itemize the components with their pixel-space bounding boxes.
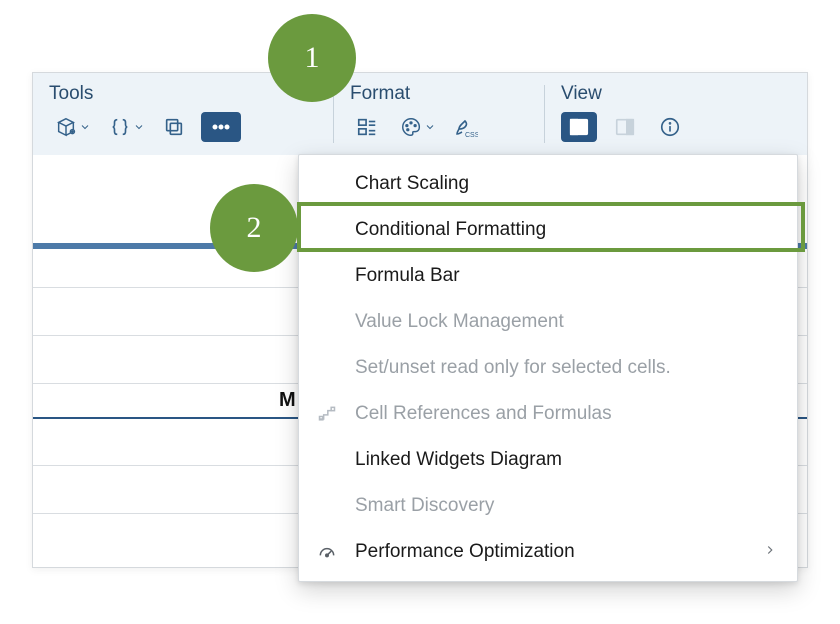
svg-text:CSS: CSS <box>465 132 478 139</box>
layout-icon <box>356 116 378 138</box>
more-icon <box>209 115 233 139</box>
dd-chart-scaling[interactable]: Chart Scaling <box>299 161 797 207</box>
column-letter: M <box>279 389 296 412</box>
view-section: View <box>545 73 807 155</box>
css-brush-button[interactable]: CSS <box>448 112 484 142</box>
dd-value-lock: Value Lock Management <box>299 299 797 345</box>
dd-label: Formula Bar <box>355 265 460 287</box>
dd-formula-bar[interactable]: Formula Bar <box>299 253 797 299</box>
dd-label: Cell References and Formulas <box>355 403 612 425</box>
more-button[interactable] <box>201 112 241 142</box>
dd-smart-discovery: Smart Discovery <box>299 483 797 529</box>
format-icons: CSS <box>350 109 528 145</box>
panel-left-icon <box>568 116 590 138</box>
dd-label: Linked Widgets Diagram <box>355 449 562 471</box>
toolbar: Tools <box>33 73 807 155</box>
gauge-icon <box>315 540 339 564</box>
chevron-down-icon <box>424 121 436 133</box>
palette-icon <box>400 116 422 138</box>
format-section: Format <box>334 73 544 155</box>
callout-1: 1 <box>268 14 356 102</box>
dd-performance[interactable]: Performance Optimization <box>299 529 797 575</box>
format-title: Format <box>350 83 528 105</box>
chevron-down-icon <box>79 121 91 133</box>
dd-label: Conditional Formatting <box>355 219 546 241</box>
callout-number: 1 <box>305 41 320 75</box>
braces-button[interactable] <box>103 112 147 142</box>
css-brush-icon: CSS <box>454 115 478 139</box>
panel-right-icon <box>614 116 636 138</box>
palette-button[interactable] <box>394 112 438 142</box>
cube-button[interactable] <box>49 112 93 142</box>
braces-icon <box>109 116 131 138</box>
dd-readonly: Set/unset read only for selected cells. <box>299 345 797 391</box>
dd-cell-refs: Cell References and Formulas <box>299 391 797 437</box>
dd-label: Set/unset read only for selected cells. <box>355 357 671 379</box>
dd-linked-widgets[interactable]: Linked Widgets Diagram <box>299 437 797 483</box>
chevron-down-icon <box>133 121 145 133</box>
chevron-right-icon <box>763 541 777 563</box>
panel-right-button[interactable] <box>607 112 643 142</box>
more-dropdown: Chart Scaling Conditional Formatting For… <box>298 154 798 582</box>
cube-icon <box>55 116 77 138</box>
steps-icon <box>315 402 339 426</box>
callout-2: 2 <box>210 184 298 272</box>
info-button[interactable] <box>653 112 687 142</box>
panel-left-button[interactable] <box>561 112 597 142</box>
dd-label: Chart Scaling <box>355 173 469 195</box>
info-icon <box>659 116 681 138</box>
dd-label: Value Lock Management <box>355 311 564 333</box>
copy-icon <box>163 116 185 138</box>
layout-button[interactable] <box>350 112 384 142</box>
view-title: View <box>561 83 791 105</box>
tools-title: Tools <box>49 83 317 105</box>
dd-label: Smart Discovery <box>355 495 494 517</box>
callout-number: 2 <box>247 211 262 245</box>
view-icons <box>561 109 791 145</box>
dd-conditional-formatting[interactable]: Conditional Formatting <box>299 207 797 253</box>
copy-button[interactable] <box>157 112 191 142</box>
tools-icons <box>49 109 317 145</box>
dd-label: Performance Optimization <box>355 541 575 563</box>
